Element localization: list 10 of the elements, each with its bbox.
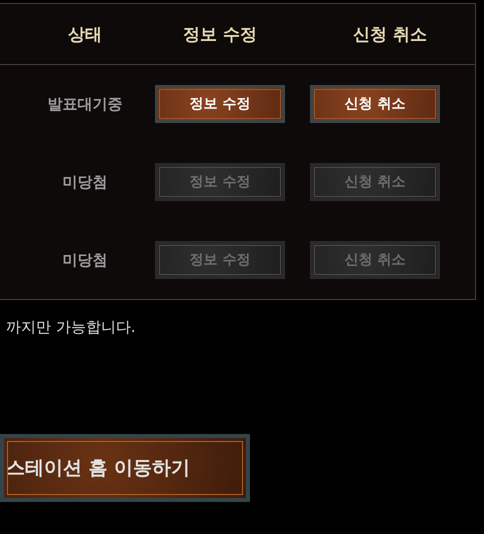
cancel-application-button[interactable]: 신청 취소 [310, 85, 440, 123]
status-text: 발표대기중 [46, 94, 124, 114]
column-header: 정보 수정 [182, 24, 258, 46]
status-text: 미당첨 [62, 172, 108, 192]
edit-info-button[interactable]: 정보 수정 [155, 85, 285, 123]
column-header: 상태 [67, 24, 103, 46]
status-text: 미당첨 [62, 250, 108, 270]
home-button[interactable]: 스테이션 홈 이동하기 [0, 434, 250, 502]
notice-text: 까지만 가능합니다. [6, 318, 137, 337]
column-header: 신청 취소 [352, 24, 428, 46]
